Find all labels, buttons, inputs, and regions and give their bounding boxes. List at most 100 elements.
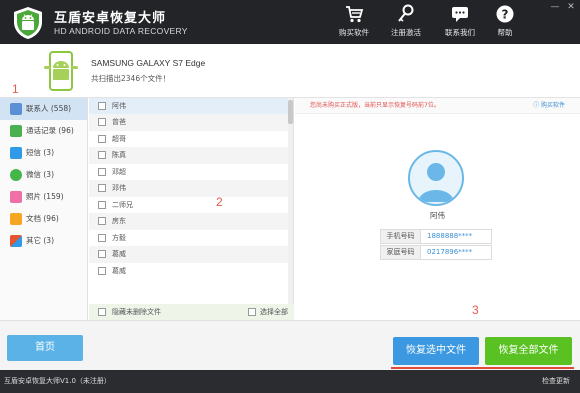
contact-us-button[interactable]: 联系我们: [440, 4, 480, 42]
list-item[interactable]: 葛威: [89, 246, 289, 263]
trial-notice: 您尚未购买正式版，当前只显示恢复号码前7位。: [310, 102, 440, 109]
category-photos[interactable]: 照片 (159): [0, 186, 87, 208]
contact-avatar: [408, 150, 464, 206]
sms-icon: [10, 147, 22, 159]
list-item[interactable]: 房东: [89, 213, 289, 230]
select-all-checkbox[interactable]: [248, 308, 256, 316]
recover-selected-button[interactable]: 恢复选中文件: [393, 337, 479, 365]
status-bar: 互盾安卓恢复大师V1.0（未注册） 检查更新: [0, 370, 580, 393]
field-value: 0217896****: [427, 248, 473, 256]
annotation-marker-3: 3: [472, 303, 479, 317]
category-label: 通话记录 (96): [26, 126, 74, 135]
buy-software-link[interactable]: ⓘ 购买软件: [533, 98, 565, 114]
recover-all-button[interactable]: 恢复全部文件: [485, 337, 572, 365]
category-label: 联系人 (558): [26, 104, 72, 113]
category-label: 微信 (3): [26, 170, 55, 179]
list-item[interactable]: 葛威: [89, 263, 289, 280]
field-key: 手机号码: [381, 230, 421, 243]
register-activate-button[interactable]: 注册激活: [386, 4, 426, 42]
checkbox[interactable]: [98, 233, 106, 242]
checkbox[interactable]: [98, 167, 106, 176]
contacts-icon: [10, 103, 22, 115]
list-item[interactable]: 邓超: [89, 164, 289, 181]
checkbox[interactable]: [98, 134, 106, 143]
list-item[interactable]: 二师兄: [89, 197, 289, 214]
minimize-icon[interactable]: —: [550, 2, 560, 12]
other-icon: [10, 235, 22, 247]
action-bar: 首页 恢复选中文件 恢复全部文件: [0, 320, 580, 370]
phone-icon: [10, 125, 22, 137]
register-activate-label: 注册激活: [391, 28, 421, 37]
device-header: SAMSUNG GALAXY S7 Edge 共扫描出2346个文件！: [0, 44, 580, 98]
photo-icon: [10, 191, 22, 203]
hide-undeleted-checkbox[interactable]: [98, 308, 106, 316]
version-info: 互盾安卓恢复大师V1.0（未注册）: [4, 377, 111, 385]
checkbox[interactable]: [98, 151, 106, 159]
mobile-number-field: 手机号码 1888888****: [380, 229, 492, 244]
category-wechat[interactable]: 微信 (3): [0, 164, 87, 186]
buy-software-button[interactable]: 购买软件: [334, 4, 374, 42]
category-call-log[interactable]: 通话记录 (96): [0, 120, 87, 142]
list-item[interactable]: 方毅: [89, 230, 289, 247]
list-item[interactable]: 超哥: [89, 131, 289, 148]
field-value: 1888888****: [427, 232, 473, 240]
document-icon: [10, 213, 22, 225]
category-documents[interactable]: 文档 (96): [0, 208, 87, 230]
help-icon: ?: [496, 5, 514, 23]
checkbox[interactable]: [98, 266, 106, 275]
category-label: 其它 (3): [26, 236, 55, 245]
cart-icon: [346, 6, 364, 23]
checkbox[interactable]: [98, 217, 106, 225]
checkbox[interactable]: [98, 250, 106, 258]
scrollbar-thumb[interactable]: [288, 100, 293, 124]
help-button[interactable]: ? 帮助: [490, 4, 520, 42]
contact-detail-panel: 您尚未购买正式版，当前只显示恢复号码前7位。 ⓘ 购买软件 阿伟 手机号码 18…: [295, 98, 580, 320]
category-other[interactable]: 其它 (3): [0, 230, 87, 252]
device-name: SAMSUNG GALAXY S7 Edge: [91, 58, 206, 68]
svg-text:?: ?: [502, 8, 509, 22]
list-item[interactable]: 曾爸: [89, 114, 289, 131]
list-item[interactable]: 陈真: [89, 147, 289, 164]
home-button[interactable]: 首页: [7, 335, 83, 361]
title-bar: 互盾安卓恢复大师 HD ANDROID DATA RECOVERY 购买软件 注…: [0, 0, 580, 44]
category-label: 短信 (3): [26, 148, 55, 157]
list-item[interactable]: 邓伟: [89, 180, 289, 197]
select-all-label: 选择全部: [260, 308, 288, 316]
list-scrollbar[interactable]: [288, 98, 293, 320]
checkbox[interactable]: [98, 118, 106, 126]
category-label: 照片 (159): [26, 192, 64, 201]
contact-us-label: 联系我们: [445, 28, 475, 37]
annotation-marker-2: 2: [216, 195, 223, 209]
checkbox[interactable]: [98, 102, 106, 110]
app-subtitle: HD ANDROID DATA RECOVERY: [54, 26, 188, 36]
buy-software-label: 购买软件: [339, 28, 369, 37]
category-contacts[interactable]: 联系人 (558): [0, 98, 87, 120]
android-phone-icon: [44, 51, 78, 91]
category-sms[interactable]: 短信 (3): [0, 142, 87, 164]
list-footer: 隐藏未删除文件 选择全部: [89, 304, 294, 320]
shield-android-logo-icon: [14, 7, 42, 39]
window-controls: — ✕: [550, 2, 576, 12]
category-sidebar: 联系人 (558) 通话记录 (96) 短信 (3) 微信 (3) 照片 (15…: [0, 98, 88, 320]
notice-bar: 您尚未购买正式版，当前只显示恢复号码前7位。 ⓘ 购买软件: [295, 98, 580, 114]
scan-status: 共扫描出2346个文件！: [91, 74, 171, 83]
checkbox[interactable]: [98, 184, 106, 192]
highlight-underline: [391, 367, 574, 369]
key-icon: [398, 4, 414, 22]
contact-name: 阿伟: [430, 211, 445, 220]
app-title: 互盾安卓恢复大师: [54, 11, 167, 26]
help-label: 帮助: [497, 28, 513, 37]
home-number-field: 家庭号码 0217896****: [380, 245, 492, 260]
category-label: 文档 (96): [26, 214, 59, 223]
checkbox[interactable]: [98, 200, 106, 209]
contact-list: 阿伟 曾爸 超哥 陈真 邓超 邓伟 二师兄 房东 方毅 葛威 葛威 隐藏未删除文…: [89, 98, 294, 320]
hide-undeleted-label: 隐藏未删除文件: [112, 308, 161, 316]
wechat-icon: [10, 169, 22, 181]
list-item[interactable]: 阿伟: [89, 98, 289, 115]
person-avatar-icon: [418, 163, 454, 202]
check-update-link[interactable]: 检查更新: [542, 370, 570, 393]
chat-icon: [452, 7, 468, 22]
annotation-marker-1: 1: [12, 82, 19, 96]
field-key: 家庭号码: [381, 246, 421, 259]
close-icon[interactable]: ✕: [566, 2, 576, 12]
